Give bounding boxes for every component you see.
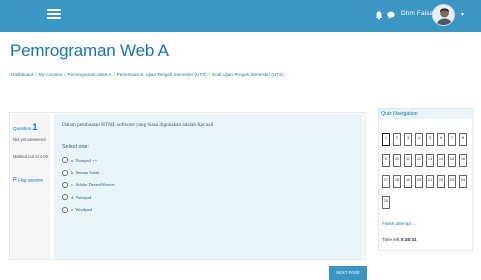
question-number: Question1 [13,122,37,132]
quiz-nav-button-15[interactable]: 15 [448,154,456,167]
question-text: Dalam pembuatan HTML software yang biasa… [62,122,214,128]
quiz-nav-button-13[interactable]: 13 [426,154,434,167]
radio-button[interactable] [62,194,68,201]
quiz-nav-button-17[interactable]: 17 [382,175,390,188]
quiz-nav-button-8[interactable]: 8 [459,133,467,146]
question-label: Question [13,126,32,131]
answer-option-a[interactable]: a. Notepad ++ [62,154,115,166]
quiz-nav-button-25[interactable]: 25 [382,196,390,209]
breadcrumb-item-quiz[interactable]: Soal Ujian Tengah Semester (UTS) [212,72,284,77]
quiz-nav-button-12[interactable]: 12 [415,154,423,167]
quiz-nav-button-20[interactable]: 20 [415,175,423,188]
radio-button[interactable] [62,157,68,164]
breadcrumb-separator: / [35,72,37,77]
breadcrumb-item-dashboard[interactable]: Dashboard [11,72,33,77]
quiz-nav-button-1[interactable]: 1 [382,133,390,146]
next-page-button[interactable]: NEXT PAGE [329,266,367,280]
answer-label: a. Notepad ++ [71,157,98,163]
question-number-value: 1 [32,122,38,132]
quiz-nav-button-24[interactable]: 24 [459,175,467,188]
quiz-nav-button-18[interactable]: 18 [393,175,401,188]
flag-icon [13,177,18,182]
answer-label: e. Wordpad [71,207,92,213]
radio-button[interactable] [62,169,68,176]
quiz-navigation-header: Quiz Navigation [379,109,472,119]
avatar-icon [436,8,453,25]
time-left-value: 0:28:41 [400,237,417,242]
page-title: Pemrograman Web A [10,41,169,60]
breadcrumb-item-course[interactable]: Pemrograman Web A [68,72,112,77]
flag-question-label: Flag question [18,177,44,183]
question-info: Question1 Not yet answered Marked out of… [11,114,50,259]
quiz-nav-button-14[interactable]: 14 [437,154,445,167]
breadcrumb-separator: / [64,72,66,77]
answer-label: b. Semua Salah [71,170,100,176]
answer-option-b[interactable]: b. Semua Salah [62,166,115,178]
answer-option-d[interactable]: d. Notepad [62,191,115,203]
quiz-nav-button-19[interactable]: 19 [404,175,412,188]
answer-label: c. Adobe DreamWeaver [71,182,115,188]
breadcrumb-item-section[interactable]: Pertemuan 8. Ujian Tengah Semester (UTS) [117,72,207,77]
time-left-label: Time left [382,237,400,242]
breadcrumb-separator: / [208,72,210,77]
radio-button[interactable] [62,181,68,188]
quiz-nav-button-23[interactable]: 23 [448,175,456,188]
user-name[interactable]: Dhm Faisal [401,10,435,17]
answer-option-e[interactable]: e. Wordpad [62,204,115,216]
quiz-nav-button-10[interactable]: 10 [393,154,401,167]
quiz-nav-button-2[interactable]: 2 [393,133,401,146]
time-left: Time left 0:28:41 [382,237,417,242]
answer-options: a. Notepad ++ b. Semua Salah c. Adobe Dr… [62,154,115,216]
chat-icon[interactable] [387,11,395,19]
quiz-nav-button-11[interactable]: 11 [404,154,412,167]
top-navbar: Dhm Faisal ▾ [0,0,481,32]
quiz-nav-button-5[interactable]: 5 [426,133,434,146]
bell-icon[interactable] [375,11,383,20]
avatar[interactable] [432,4,455,26]
question-content: Dalam pembuatan HTML software yang biasa… [54,114,362,259]
answer-option-c[interactable]: c. Adobe DreamWeaver [62,179,115,191]
quiz-nav-button-4[interactable]: 4 [415,133,423,146]
quiz-nav-button-6[interactable]: 6 [437,133,445,146]
quiz-nav-button-9[interactable]: 9 [382,154,390,167]
radio-button[interactable] [62,206,68,213]
quiz-nav-button-16[interactable]: 16 [459,154,467,167]
question-card: Question1 Not yet answered Marked out of… [9,112,365,260]
breadcrumb-item-my-courses[interactable]: My courses [39,72,63,77]
caret-down-icon[interactable]: ▾ [461,11,464,18]
question-state: Not yet answered [13,137,46,142]
breadcrumb-separator: / [113,72,115,77]
quiz-nav-button-7[interactable]: 7 [448,133,456,146]
hamburger-icon[interactable] [47,7,61,21]
quiz-nav-button-3[interactable]: 3 [404,133,412,146]
answer-label: d. Notepad [71,194,92,200]
question-grade: Marked out of 4.00 [13,154,48,159]
quiz-nav-button-21[interactable]: 21 [426,175,434,188]
quiz-navigation-title: Quiz Navigation [381,111,418,117]
quiz-nav-button-22[interactable]: 22 [437,175,445,188]
flag-question-link[interactable]: Flag question [13,177,43,183]
select-one-label: Select one: [62,144,89,150]
finish-attempt-link[interactable]: Finish attempt ... [382,221,416,226]
quiz-navigation-block: Quiz Navigation 1 2 3 4 5 6 7 8 9 10 11 12 13 14 15 16 1… [378,108,473,251]
breadcrumb: Dashboard / My courses / Pemrograman Web A / P… [11,72,284,77]
